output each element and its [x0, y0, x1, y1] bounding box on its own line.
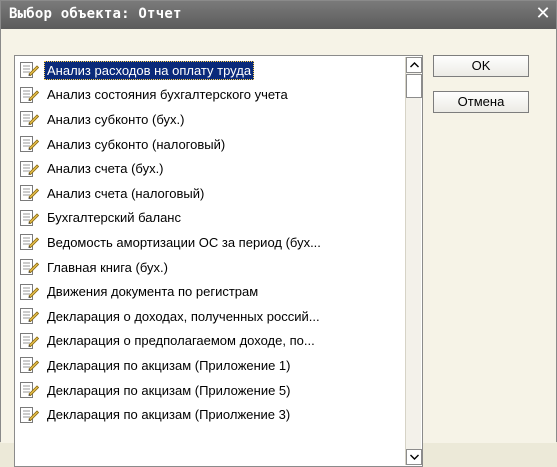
list-item-label: Анализ состояния бухгалтерского учета [47, 87, 288, 103]
list-item-label: Анализ счета (бух.) [47, 161, 164, 177]
ok-button[interactable]: OK [433, 55, 529, 77]
report-document-icon [19, 381, 40, 399]
list-item-label: Декларация по акцизам (Приолжение 3) [47, 407, 291, 423]
report-document-icon [19, 332, 40, 350]
list-item[interactable]: Декларация по акцизам (Приложение 1) [17, 353, 406, 378]
list-item[interactable]: Анализ счета (бух.) [17, 156, 406, 181]
list-item-label: Анализ субконто (бух.) [47, 111, 185, 127]
report-document-icon [19, 406, 40, 424]
list-item-label: Декларация о доходах, полученных россий.… [47, 308, 320, 324]
cancel-button[interactable]: Отмена [433, 91, 529, 113]
report-document-icon [19, 233, 40, 251]
close-icon[interactable]: ✕ [532, 3, 554, 25]
list-item-label: Анализ счета (налоговый) [47, 185, 205, 201]
list-item[interactable]: Ведомость амортизации ОС за период (бух.… [17, 230, 406, 255]
report-document-icon [19, 110, 40, 128]
list-item[interactable]: Движения документа по регистрам [17, 279, 406, 304]
list-item[interactable]: Декларация по акцизам (Приложение 5) [17, 378, 406, 403]
list-item[interactable]: Анализ субконто (бух.) [17, 107, 406, 132]
scroll-up-button[interactable] [406, 57, 422, 73]
scrollbar-thumb[interactable] [406, 74, 422, 98]
list-item-label: Движения документа по регистрам [47, 284, 259, 300]
report-document-icon [19, 86, 40, 104]
list-item-label: Ведомость амортизации ОС за период (бух.… [47, 234, 321, 250]
list-item[interactable]: Анализ субконто (налоговый) [17, 132, 406, 157]
report-document-icon [19, 209, 40, 227]
report-document-icon [19, 258, 40, 276]
report-listbox[interactable]: Анализ расходов на оплату труда Анализ со… [14, 55, 423, 467]
dialog-body: Анализ расходов на оплату труда Анализ со… [1, 29, 556, 467]
list-item-label: Главная книга (бух.) [47, 259, 168, 275]
report-document-icon [19, 283, 40, 301]
list-item-label: Анализ субконто (налоговый) [47, 136, 226, 152]
list-item[interactable]: Анализ состояния бухгалтерского учета [17, 83, 406, 108]
list-item[interactable]: Бухгалтерский баланс [17, 206, 406, 231]
list-item[interactable]: Анализ расходов на оплату труда [17, 58, 406, 83]
list-item-label: Бухгалтерский баланс [47, 210, 181, 226]
report-document-icon [19, 61, 40, 79]
list-item-label: Декларация по акцизам (Приложение 1) [47, 357, 291, 373]
list-item-label: Анализ расходов на оплату труда [44, 60, 255, 80]
title-bar[interactable]: Выбор объекта: Отчет ✕ [1, 1, 556, 29]
chevron-down-icon [409, 454, 419, 460]
report-document-icon [19, 160, 40, 178]
list-item[interactable]: Декларация о предполагаемом доходе, по..… [17, 329, 406, 354]
report-list: Анализ расходов на оплату труда Анализ со… [17, 58, 406, 464]
report-document-icon [19, 184, 40, 202]
list-item[interactable]: Анализ счета (налоговый) [17, 181, 406, 206]
report-document-icon [19, 135, 40, 153]
scroll-down-button[interactable] [406, 449, 422, 465]
list-item[interactable]: Главная книга (бух.) [17, 255, 406, 280]
list-item[interactable]: Декларация о доходах, полученных россий.… [17, 304, 406, 329]
select-object-dialog: Выбор объекта: Отчет ✕ Анализ расходов н… [0, 0, 557, 467]
list-item[interactable]: Декларация по акцизам (Приолжение 3) [17, 402, 406, 427]
dialog-title: Выбор объекта: Отчет [9, 6, 182, 22]
vertical-scrollbar[interactable] [405, 57, 422, 465]
chevron-up-icon [409, 62, 419, 68]
list-item-label: Декларация о предполагаемом доходе, по..… [47, 333, 315, 349]
list-item-label: Декларация по акцизам (Приложение 5) [47, 382, 291, 398]
report-document-icon [19, 356, 40, 374]
report-document-icon [19, 307, 40, 325]
